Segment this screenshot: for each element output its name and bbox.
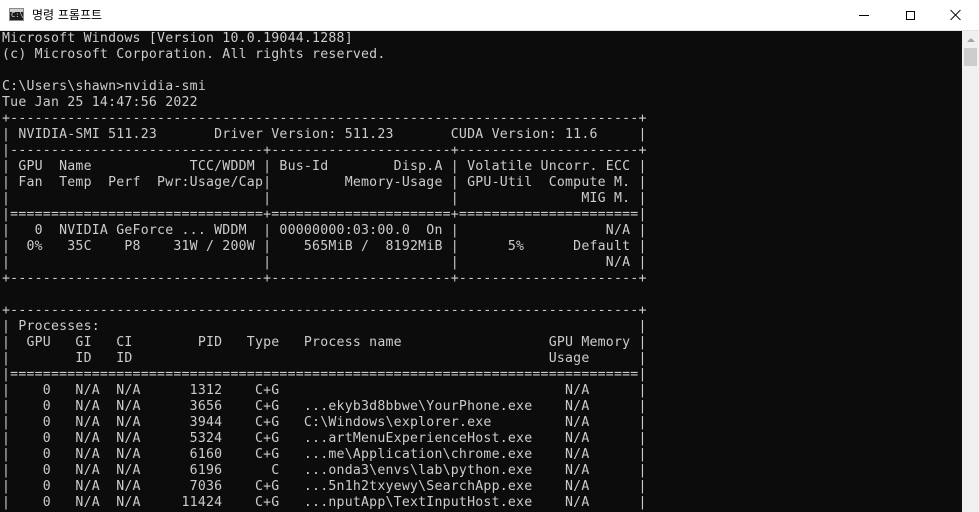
console-line: | 0 NVIDIA GeForce ... WDDM | 00000000:0… [2, 223, 647, 238]
console-line: | 0 N/A N/A 3944 C+G C:\Windows\explorer… [2, 415, 647, 430]
console-line: | 0 N/A N/A 7036 C+G ...5n1h2txyewy\Sear… [2, 479, 647, 494]
console-output[interactable]: Microsoft Windows [Version 10.0.19044.12… [2, 31, 960, 512]
close-icon [950, 9, 962, 21]
console-line: |-------------------------------+-------… [2, 143, 647, 158]
console-line: | GPU Name TCC/WDDM | Bus-Id Disp.A | Vo… [2, 159, 647, 174]
console-line: | ID ID Usage | [2, 351, 647, 366]
console-line: | GPU GI CI PID Type Process name GPU Me… [2, 335, 647, 350]
console-line: | Processes: | [2, 319, 647, 334]
console-line: | 0 N/A N/A 1312 C+G N/A | [2, 383, 647, 398]
console-line: | 0 N/A N/A 3656 C+G ...ekyb3d8bbwe\Your… [2, 399, 647, 414]
console-line: (c) Microsoft Corporation. All rights re… [2, 47, 386, 62]
title-bar[interactable]: C:\ 명령 프롬프트 [0, 0, 979, 31]
command-prompt-window: C:\ 명령 프롬프트 Microsoft Windows [Version 1… [0, 0, 979, 512]
maximize-icon [905, 10, 915, 20]
console-line: | NVIDIA-SMI 511.23 Driver Version: 511.… [2, 127, 647, 142]
console-line: | 0 N/A N/A 6160 C+G ...me\Application\c… [2, 447, 647, 462]
console-line: +---------------------------------------… [2, 111, 647, 126]
console-line: | | | N/A | [2, 255, 647, 270]
minimize-icon [859, 14, 869, 16]
console-line: Tue Jan 25 14:47:56 2022 [2, 95, 198, 110]
close-button[interactable] [933, 0, 979, 30]
cmd-icon[interactable]: C:\ [9, 8, 24, 21]
console-line: +---------------------------------------… [2, 303, 647, 318]
console-line: | Fan Temp Perf Pwr:Usage/Cap| Memory-Us… [2, 175, 647, 190]
vertical-scrollbar[interactable] [962, 31, 979, 512]
scroll-thumb[interactable] [964, 48, 977, 66]
window-title: 명령 프롬프트 [32, 8, 103, 22]
console-line: Microsoft Windows [Version 10.0.19044.12… [2, 31, 353, 46]
console-line: | 0 N/A N/A 5324 C+G ...artMenuExperienc… [2, 431, 647, 446]
console-line: | 0% 35C P8 31W / 200W | 565MiB / 8192Mi… [2, 239, 647, 254]
minimize-button[interactable] [841, 0, 887, 30]
console-line: +-------------------------------+-------… [2, 271, 647, 286]
console-line: |=======================================… [2, 367, 647, 382]
console-line: |===============================+=======… [2, 207, 647, 222]
maximize-button[interactable] [887, 0, 933, 30]
scroll-up-icon[interactable] [962, 31, 979, 48]
console-line: | 0 N/A N/A 6196 C ...onda3\envs\lab\pyt… [2, 463, 647, 478]
console-line: C:\Users\shawn>nvidia-smi [2, 79, 206, 94]
console-line: | | | MIG M. | [2, 191, 647, 206]
console-line: | 0 N/A N/A 11424 C+G ...nputApp\TextInp… [2, 495, 647, 510]
